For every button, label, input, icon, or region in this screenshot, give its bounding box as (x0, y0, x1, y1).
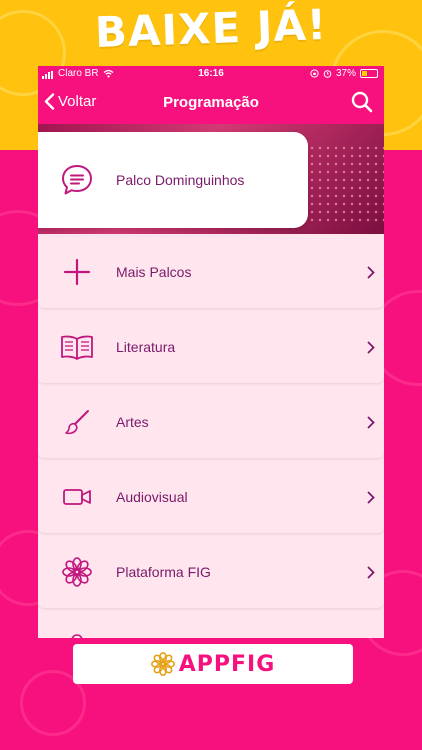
appfig-badge: APPFIG (73, 644, 353, 684)
menu-item-mais-palcos[interactable]: Mais Palcos (38, 236, 384, 308)
menu-item-label: Artes (116, 414, 149, 430)
nav-bar: Voltar Programação (38, 82, 384, 124)
battery-percent: 37% (335, 68, 356, 79)
status-bar: Claro BR 16:16 37% (38, 66, 384, 82)
chevron-right-icon (367, 341, 375, 353)
flower-icon (62, 557, 92, 587)
phone-screen: Claro BR 16:16 37% Voltar Programação Pa… (38, 66, 384, 638)
chevron-right-icon (367, 266, 375, 278)
battery-icon (360, 69, 378, 78)
menu-item-label: Plataforma FIG (116, 564, 211, 580)
chevron-right-icon (367, 491, 375, 503)
menu-item-audiovisual[interactable]: Audiovisual (38, 461, 384, 533)
menu-item-artes[interactable]: Artes (38, 386, 384, 458)
search-icon (351, 91, 373, 113)
menu-item-label: Audiovisual (116, 489, 188, 505)
menu-item-literatura[interactable]: Literatura (38, 311, 384, 383)
lock-rotation-icon (310, 69, 319, 78)
page-title: Programação (163, 94, 259, 111)
menu-item-plataforma-fig[interactable]: Plataforma FIG (38, 536, 384, 608)
flower-logo-icon (150, 652, 175, 676)
featured-stage-label: Palco Dominguinhos (116, 172, 245, 188)
menu-item-label: Literatura (116, 339, 176, 355)
paintbrush-icon (65, 410, 89, 435)
chevron-right-icon (367, 416, 375, 428)
video-camera-icon (63, 489, 91, 505)
menu-item-partial[interactable] (38, 611, 384, 638)
plus-icon (63, 258, 91, 286)
partial-icon (71, 634, 83, 638)
menu-item-label: Mais Palcos (116, 264, 192, 280)
book-icon (61, 335, 93, 360)
chevron-right-icon (367, 566, 375, 578)
category-list: Mais Palcos Literatura Artes Audiovisual… (38, 236, 384, 638)
alarm-icon (323, 70, 332, 78)
appfig-wordmark: APPFIG (178, 651, 276, 677)
search-button[interactable] (350, 90, 374, 114)
chat-bubble-icon (62, 165, 92, 195)
featured-stage-card[interactable]: Palco Dominguinhos (38, 132, 308, 228)
